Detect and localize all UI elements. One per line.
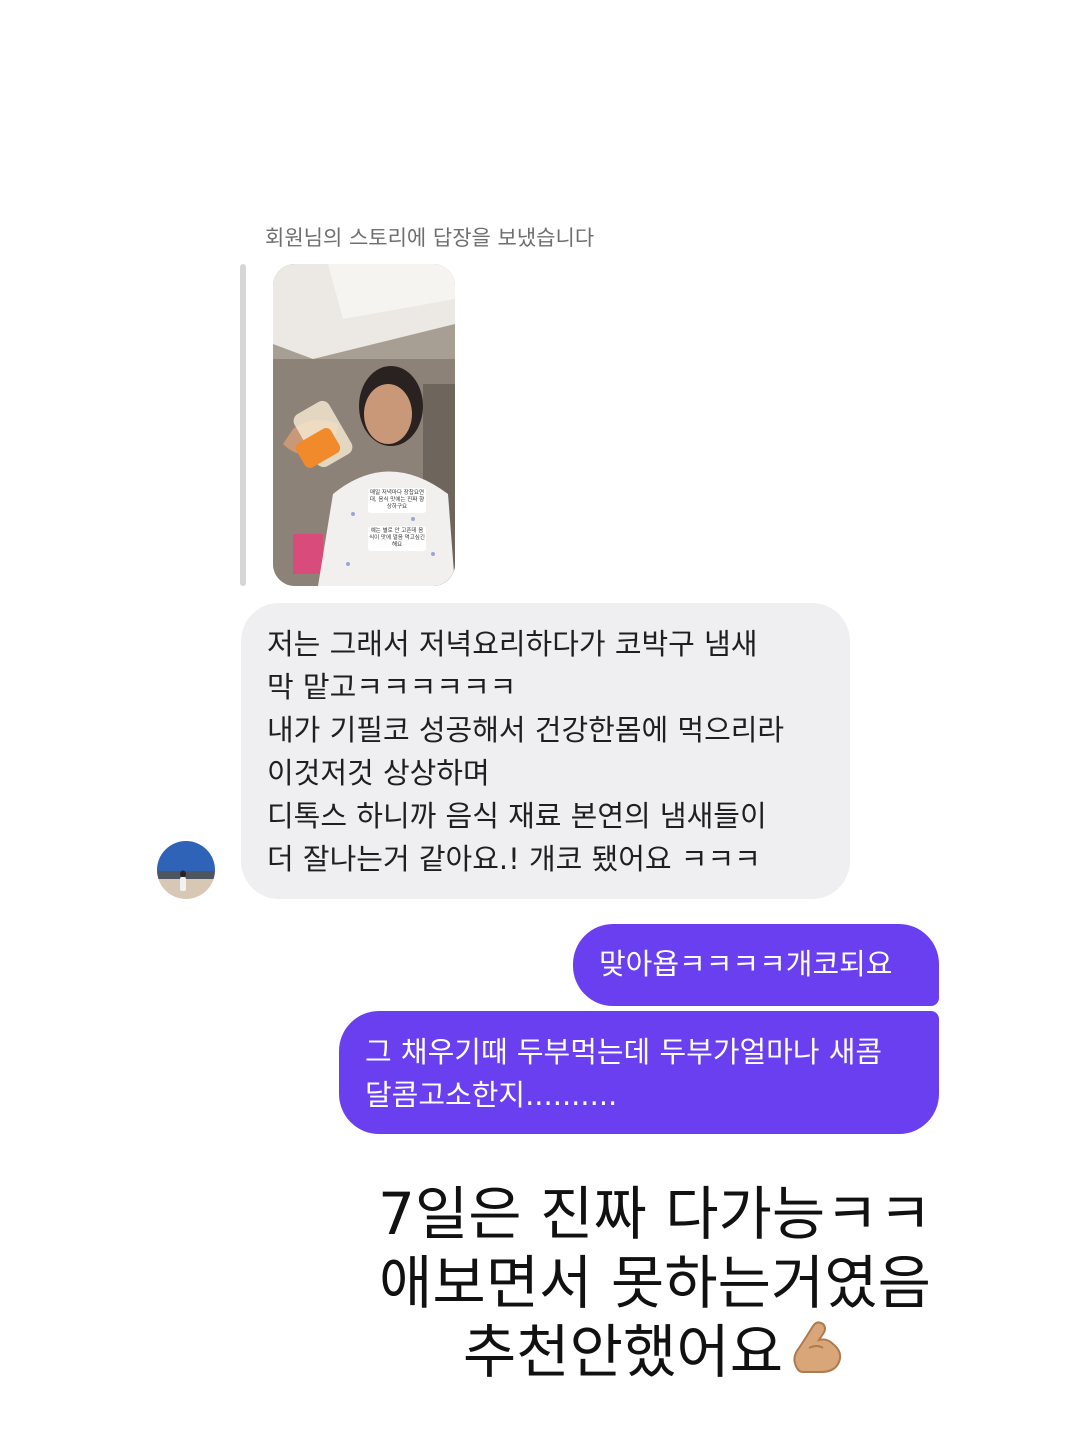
incoming-message-line: 막 맡고ㅋㅋㅋㅋㅋㅋ [267,670,517,704]
outgoing-message-line: 그 채우기때 두부먹는데 두부가얼마나 새콤 [365,1035,883,1069]
outgoing-message-line: 달콤고소한지.......... [365,1078,618,1112]
reply-quote-bar [240,264,246,586]
story-caption-1: 매일 저녁마다 장찹요연대, 음식 맛에는 진짜 향상하구요 [368,488,426,513]
outgoing-message-line: 맞아욥ㅋㅋㅋㅋ개코되요 [599,947,893,981]
overlay-line: 7일은 진짜 다가능ㅋㅋ [377,1180,932,1248]
story-photo [273,264,455,586]
incoming-message-line: 내가 기필코 성공해서 건강한몸에 먹으리라 [267,713,785,747]
story-thumbnail[interactable]: 매일 저녁마다 장찹요연대, 음식 맛에는 진짜 향상하구요 예는 별로 안 고… [273,264,455,586]
story-overlay-text: 7일은 진짜 다가능ㅋㅋ 애보면서 못하는거였음 추천안했어요 [330,1180,980,1391]
incoming-message-line: 저는 그래서 저녁요리하다가 코박구 냄새 [267,627,758,661]
incoming-message-line: 이것저것 상상하며 [267,756,490,790]
flexed-biceps-icon [787,1318,847,1391]
outgoing-message-bubble-1[interactable]: 맞아욥ㅋㅋㅋㅋ개코되요 [573,924,939,1006]
story-caption-2: 예는 별로 안 고픈데 음식이 맛에 얼음 먹고싶긴해요 [368,526,426,551]
overlay-line-with-emoji: 추천안했어요 [330,1318,980,1391]
avatar-image [157,841,215,899]
incoming-message-bubble[interactable]: 저는 그래서 저녁요리하다가 코박구 냄새 막 맡고ㅋㅋㅋㅋㅋㅋ 내가 기필코 … [241,603,850,899]
overlay-line: 애보면서 못하는거였음 [378,1249,932,1317]
incoming-message-line: 더 잘나는거 같아요.! 개코 됐어요 ㅋㅋㅋ [267,842,761,876]
overlay-line: 추천안했어요 [462,1318,784,1386]
story-reply-notice: 회원님의 스토리에 답장을 보냈습니다 [265,226,595,250]
outgoing-message-bubble-2[interactable]: 그 채우기때 두부먹는데 두부가얼마나 새콤 달콤고소한지.......... [339,1011,939,1134]
incoming-message-line: 디톡스 하니까 음식 재료 본연의 냄새들이 [267,799,767,833]
sender-avatar[interactable] [157,841,215,899]
